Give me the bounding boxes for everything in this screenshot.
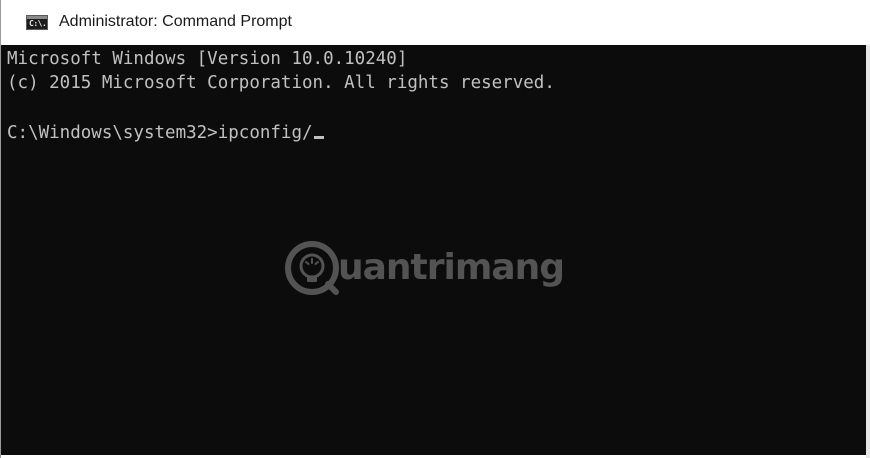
- scrollbar-edge[interactable]: [866, 45, 870, 458]
- console-output-area[interactable]: Microsoft Windows [Version 10.0.10240] (…: [1, 45, 867, 455]
- text-cursor: [313, 136, 324, 139]
- console-line-copyright: (c) 2015 Microsoft Corporation. All righ…: [7, 73, 555, 93]
- quantrimang-logo-icon: [285, 241, 339, 295]
- console-prompt-line[interactable]: C:\Windows\system32>ipconfig/: [7, 121, 324, 145]
- title-bar[interactable]: C:\. Administrator: Command Prompt: [1, 0, 870, 45]
- watermark-text: uantrimang: [338, 247, 565, 288]
- cmd-icon[interactable]: C:\.: [26, 15, 48, 30]
- cmd-icon-glyph: C:\.: [29, 19, 47, 28]
- console-prompt-command: C:\Windows\system32>ipconfig/: [7, 123, 313, 143]
- command-prompt-window[interactable]: C:\. Administrator: Command Prompt Micro…: [0, 0, 870, 458]
- watermark: uantrimang: [284, 232, 614, 302]
- console-line-version: Microsoft Windows [Version 10.0.10240]: [7, 49, 408, 69]
- window-title: Administrator: Command Prompt: [59, 13, 292, 30]
